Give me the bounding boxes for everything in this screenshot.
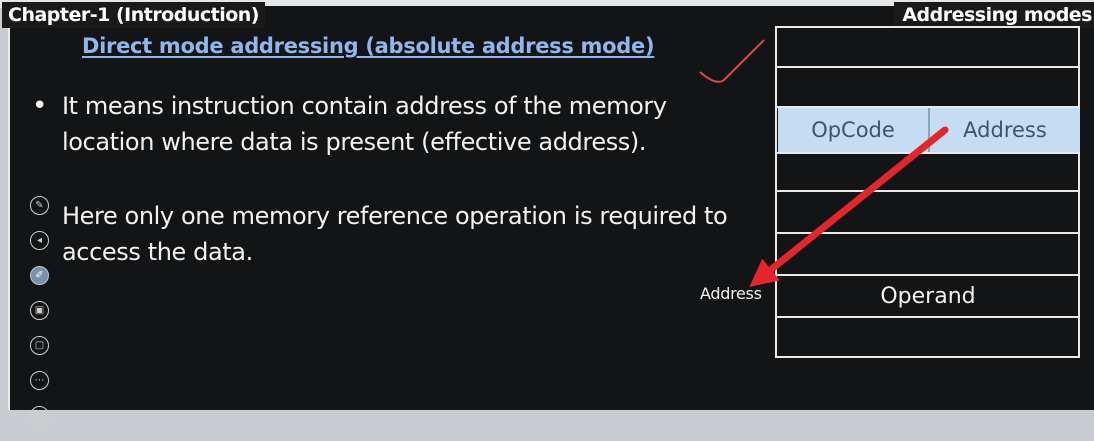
handwritten-check-mark [699, 39, 765, 83]
red-pointer-arrow [749, 126, 949, 288]
annotation-layer [699, 39, 949, 288]
